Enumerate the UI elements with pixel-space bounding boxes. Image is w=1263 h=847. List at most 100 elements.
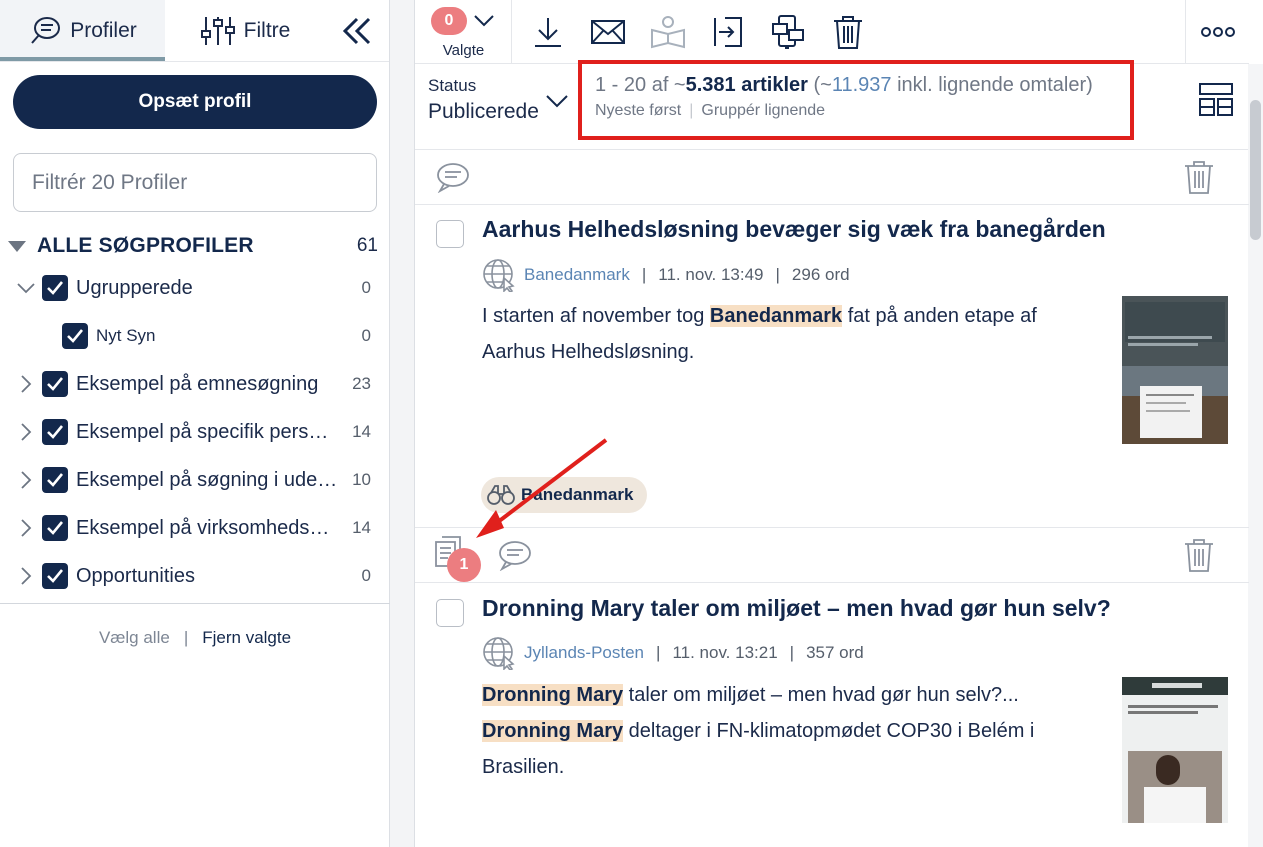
chevron-down-icon[interactable]: [16, 278, 36, 298]
sort-options: Nyeste først | Gruppér lignende: [595, 102, 825, 120]
article-title[interactable]: Dronning Mary taler om miljøet – men hva…: [482, 595, 1111, 622]
select-all-link[interactable]: Vælg alle: [99, 628, 170, 648]
checkbox-checked[interactable]: [62, 323, 88, 349]
profile-row-specifik-person[interactable]: Eksempel på specifik pers… 14: [0, 412, 390, 452]
article-meta: Jyllands-Posten | 11. nov. 13:21 | 357 o…: [482, 636, 864, 670]
comment-icon[interactable]: [435, 161, 471, 193]
snippet-text: I starten af november tog: [482, 305, 710, 327]
sort-newest[interactable]: Nyeste først: [595, 102, 681, 119]
sidebar-divider: [0, 603, 390, 604]
more-options-button[interactable]: [1185, 0, 1249, 63]
profile-row-opportunities[interactable]: Opportunities 0: [0, 556, 390, 596]
group-similar[interactable]: Gruppér lignende: [701, 102, 825, 119]
profile-count: 10: [352, 470, 371, 489]
email-button[interactable]: [578, 0, 638, 63]
article-date: 11. nov. 13:49: [658, 265, 764, 284]
profile-row-virksomhed[interactable]: Eksempel på virksomheds… 14: [0, 508, 390, 548]
all-profiles-header[interactable]: ALLE SØGPROFILER 61: [8, 232, 378, 260]
article-words: 296 ord: [791, 265, 850, 284]
tab-filtre[interactable]: Filtre: [165, 0, 325, 61]
more-icon: [1200, 26, 1235, 37]
export-icon: [714, 16, 742, 47]
scrollbar-thumb[interactable]: [1250, 100, 1261, 240]
profile-count: 0: [361, 326, 371, 345]
article-source[interactable]: Banedanmark: [524, 265, 630, 285]
trash-icon[interactable]: [1183, 159, 1215, 195]
chat-search-icon: [31, 16, 61, 44]
read-button[interactable]: [638, 0, 698, 63]
article-action-row: [415, 151, 1249, 205]
check-icon: [47, 425, 64, 439]
checkbox-checked[interactable]: [42, 275, 68, 301]
deselect-link[interactable]: Fjern valgte: [202, 628, 291, 648]
article-checkbox[interactable]: [436, 599, 464, 627]
toolbar-actions: [512, 0, 878, 63]
similar-text: inkl. lignende omtaler): [891, 74, 1093, 96]
checkbox-checked[interactable]: [42, 467, 68, 493]
article-date: 11. nov. 13:21: [672, 643, 778, 662]
globe-cursor-icon: [483, 259, 515, 292]
all-profiles-title: ALLE SØGPROFILER: [37, 234, 254, 257]
meta-separator: |: [641, 265, 647, 284]
status-dropdown[interactable]: Publicerede: [428, 100, 539, 124]
profile-label: Eksempel på virksomheds…: [76, 516, 330, 539]
share-devices-button[interactable]: [758, 0, 818, 63]
setup-profile-button[interactable]: Opsæt profil: [13, 75, 377, 129]
profile-row-soegning-ude[interactable]: Eksempel på søgning i ude… 10: [0, 460, 390, 500]
profile-count: 14: [352, 518, 371, 537]
article-title[interactable]: Aarhus Helhedsløsning bevæger sig væk fr…: [482, 216, 1106, 243]
comment-icon[interactable]: [497, 539, 533, 571]
profile-row-nyt-syn[interactable]: Nyt Syn 0: [0, 316, 390, 356]
checkbox-checked[interactable]: [42, 419, 68, 445]
chevron-down-icon[interactable]: [545, 92, 569, 110]
delete-selected-button[interactable]: [818, 0, 878, 63]
meta-separator: |: [775, 265, 780, 284]
chevron-right-icon[interactable]: [16, 518, 36, 538]
checkbox-checked[interactable]: [42, 515, 68, 541]
check-icon: [47, 281, 64, 295]
sort-separator: |: [689, 102, 694, 119]
binoculars-icon: [487, 485, 515, 505]
article-thumbnail[interactable]: [1122, 296, 1228, 444]
check-icon: [47, 569, 64, 583]
layout-toggle-icon[interactable]: [1198, 82, 1234, 118]
article-source[interactable]: Jyllands-Posten: [524, 643, 644, 663]
snippet-highlight: Banedanmark: [709, 305, 843, 327]
selected-dropdown[interactable]: 0 Valgte: [415, 0, 512, 63]
profile-row-ugrupperede[interactable]: Ugrupperede 0: [0, 268, 390, 308]
chevron-right-icon[interactable]: [16, 422, 36, 442]
trash-icon[interactable]: [1183, 537, 1215, 573]
sidebar: Profiler Filtre Opsæt profil ALLE SØGPRO…: [0, 0, 390, 847]
profile-tag-chip[interactable]: Banedanmark: [481, 477, 648, 513]
article-action-row: 1: [415, 529, 1249, 583]
snippet-highlight: Dronning Mary: [482, 684, 624, 706]
selected-label: Valgte: [442, 42, 485, 59]
toolbar: 0 Valgte: [415, 0, 1249, 64]
scrollbar[interactable]: [1248, 64, 1263, 847]
chevron-right-icon[interactable]: [16, 470, 36, 490]
profile-row-emnesoegning[interactable]: Eksempel på emnesøgning 23: [0, 364, 390, 404]
chevron-right-icon[interactable]: [16, 566, 36, 586]
checkbox-checked[interactable]: [42, 371, 68, 397]
selected-count-badge: 0: [431, 7, 467, 35]
article-card: Aarhus Helhedsløsning bevæger sig væk fr…: [415, 206, 1249, 528]
article-count: 5.381 artikler: [685, 74, 808, 96]
range-text: 1 - 20 af ~: [595, 74, 686, 96]
check-icon: [47, 521, 64, 535]
filter-profiles-input[interactable]: [13, 153, 377, 212]
profile-count: 14: [352, 422, 371, 441]
collapse-sidebar-button[interactable]: [325, 0, 389, 61]
chevron-right-icon[interactable]: [16, 374, 36, 394]
article-words: 357 ord: [806, 643, 864, 662]
checkbox-checked[interactable]: [42, 563, 68, 589]
tab-profiler[interactable]: Profiler: [0, 0, 165, 61]
article-meta: Banedanmark | 11. nov. 13:49 | 296 ord: [482, 258, 850, 292]
profile-label: Eksempel på emnesøgning: [76, 372, 319, 395]
article-checkbox[interactable]: [436, 220, 464, 248]
article-thumbnail[interactable]: [1122, 677, 1228, 823]
article-snippet: Dronning Mary taler om miljøet – men hva…: [482, 677, 1072, 785]
export-button[interactable]: [698, 0, 758, 63]
app-window: Profiler Filtre Opsæt profil ALLE SØGPRO…: [0, 0, 1263, 847]
download-button[interactable]: [518, 0, 578, 63]
globe-cursor-icon: [483, 637, 515, 670]
